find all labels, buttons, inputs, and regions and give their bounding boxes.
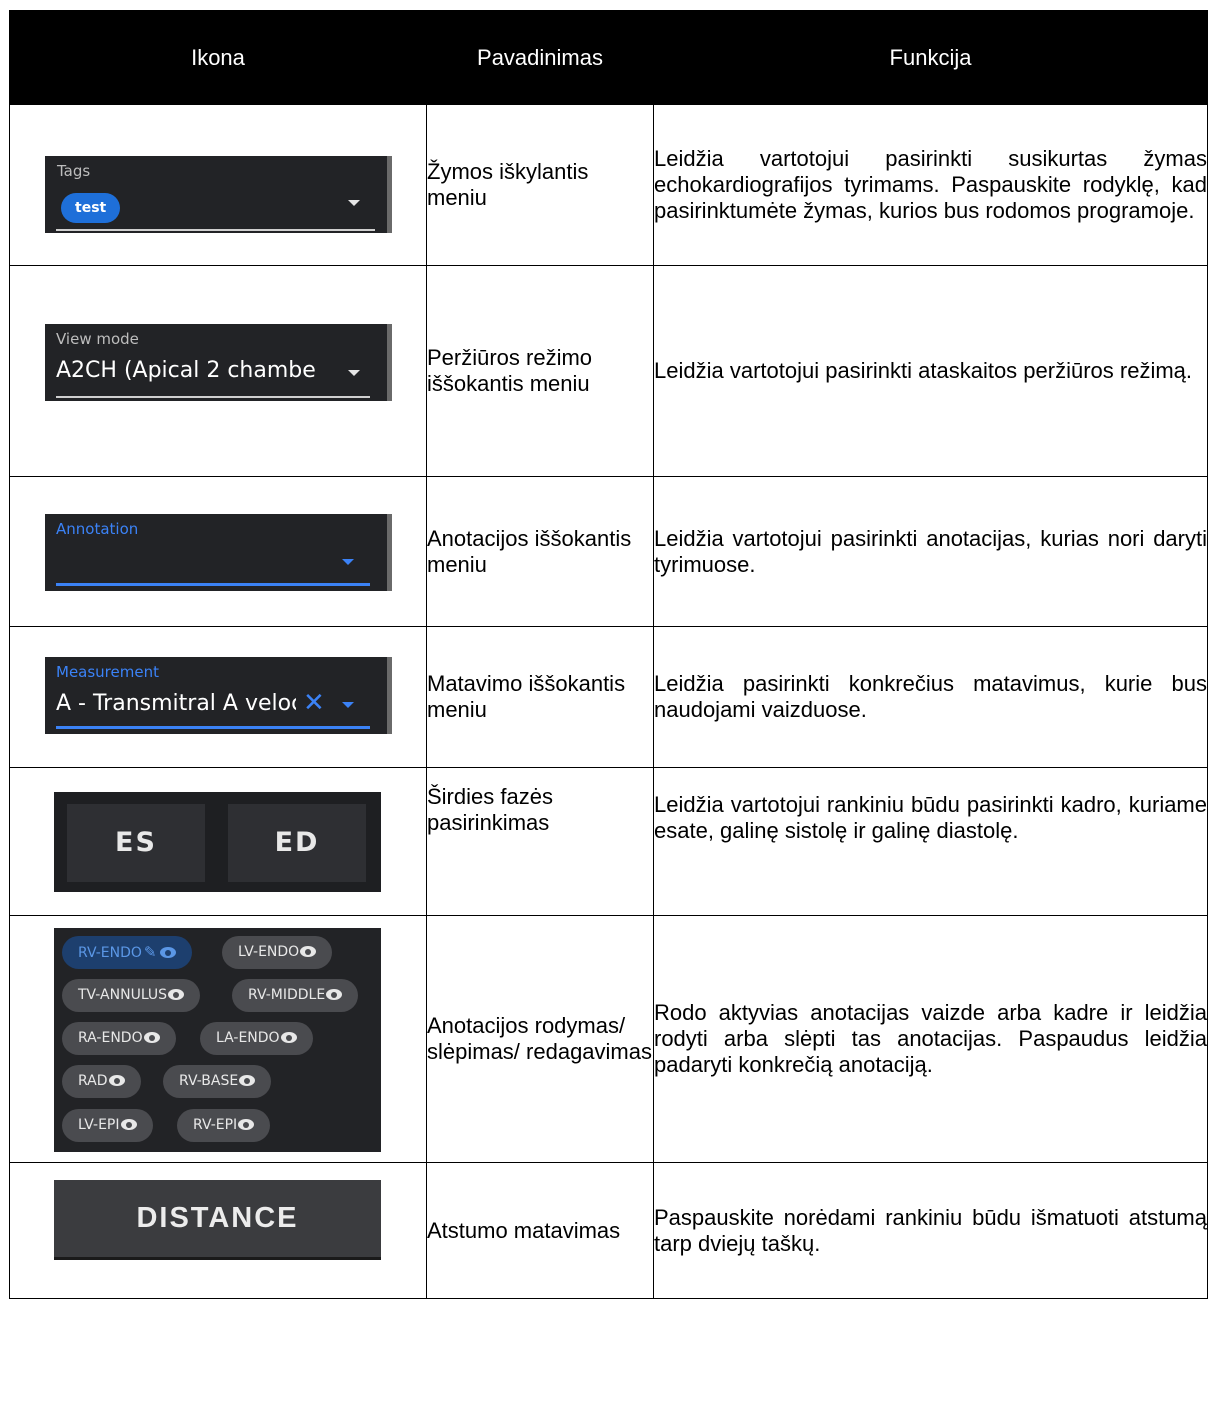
name-cell: Širdies fazės pasirinkimas [426,767,654,916]
tags-dropdown[interactable]: Tags test [45,156,392,233]
table-row: DISTANCE Atstumo matavimas Paspauskite n… [9,1162,1208,1299]
table-row: ES ED Širdies fazės pasirinkimas Leidžia… [9,767,1208,916]
eye-icon[interactable] [326,989,343,1000]
chip-lv-endo[interactable]: LV-ENDO [222,936,333,969]
dropdown-caret-icon[interactable] [348,370,360,376]
eye-icon[interactable] [143,1032,160,1043]
underline [56,396,370,398]
name-cell: Anotacijos iššokantis meniu [426,476,654,627]
icon-cell: ES ED [9,767,427,916]
function-cell: Leidžia pasirinkti konkrečius matavimus,… [653,626,1208,768]
chip-tv-annulus[interactable]: TV-ANNULUS [62,979,201,1012]
chip-ra-endo[interactable]: RA-ENDO [62,1022,176,1055]
scrollbar [387,156,392,233]
dropdown-caret-icon[interactable] [342,559,354,565]
view-mode-value: A2CH (Apical 2 chamber) [56,358,316,383]
chip-rv-endo[interactable]: RV-ENDO ✎ [62,936,193,969]
name-cell: Atstumo matavimas [426,1162,654,1299]
underline [56,583,370,586]
scrollbar [387,514,392,591]
icon-cell: View mode A2CH (Apical 2 chamber) [9,265,427,477]
header-row: Ikona Pavadinimas Funkcija [9,10,1208,105]
tags-label: Tags [57,162,91,180]
eye-icon[interactable] [280,1032,297,1043]
tag-chip[interactable]: test [61,193,121,223]
measurement-dropdown[interactable]: Measurement A - Transmitral A velocity ✕ [45,657,392,734]
header-name: Pavadinimas [426,10,654,105]
annotation-label: Annotation [56,520,139,538]
icon-cell: Tags test [9,104,427,266]
annotation-chips-panel: RV-ENDO ✎ LV-ENDO TV-ANNULUS RV-MIDDLE RA… [54,928,381,1152]
chip-rv-middle[interactable]: RV-MIDDLE [232,979,359,1012]
chip-la-endo[interactable]: LA-ENDO [200,1022,313,1055]
measurement-value: A - Transmitral A velocity [56,691,296,716]
name-cell: Anotacijos rodymas/ slėpimas/ redagavima… [426,915,654,1163]
eye-icon[interactable] [168,989,185,1000]
table-row: RV-ENDO ✎ LV-ENDO TV-ANNULUS RV-MIDDLE RA… [9,915,1208,1163]
name-cell: Žymos iškylantis meniu [426,104,654,266]
table-row: View mode A2CH (Apical 2 chamber) Peržiū… [9,265,1208,477]
name-cell: Matavimo iššokantis meniu [426,626,654,768]
icon-cell: RV-ENDO ✎ LV-ENDO TV-ANNULUS RV-MIDDLE RA… [9,915,427,1163]
dropdown-caret-icon[interactable] [342,702,354,708]
chip-rad[interactable]: RAD [62,1065,141,1098]
scrollbar [387,657,392,734]
icon-cell: DISTANCE [9,1162,427,1299]
eye-icon[interactable] [120,1119,137,1130]
function-cell: Rodo aktyvias anotacijas vaizde arba kad… [653,915,1208,1163]
table-row: Measurement A - Transmitral A velocity ✕… [9,626,1208,768]
distance-button[interactable]: DISTANCE [54,1180,381,1260]
function-cell: Paspauskite norėdami rankiniu būdu išmat… [653,1162,1208,1299]
chip-rv-base[interactable]: RV-BASE [163,1065,272,1098]
view-mode-dropdown[interactable]: View mode A2CH (Apical 2 chamber) [45,324,392,401]
eye-icon[interactable] [108,1075,125,1086]
table-row: Annotation Anotacijos iššokantis meniu L… [9,476,1208,627]
icon-cell: Measurement A - Transmitral A velocity ✕ [9,626,427,768]
icon-reference-table: Ikona Pavadinimas Funkcija Tags test Žym… [9,10,1208,1299]
name-cell: Peržiūros režimo iššokantis meniu [426,265,654,477]
measurement-label: Measurement [56,663,159,681]
table-row: Tags test Žymos iškylantis meniu Leidžia… [9,104,1208,266]
header-icon: Ikona [9,10,427,105]
scrollbar [387,324,392,401]
underline [56,229,375,231]
cardiac-phase-selector: ES ED [54,792,381,892]
eye-icon[interactable] [239,1075,256,1086]
eye-icon[interactable] [300,946,317,957]
pencil-icon[interactable]: ✎ [144,936,157,969]
header-function: Funkcija [653,10,1208,105]
icon-cell: Annotation [9,476,427,627]
eye-icon[interactable] [238,1119,255,1130]
function-cell: Leidžia vartotojui pasirinkti ataskaitos… [653,265,1208,477]
dropdown-caret-icon[interactable] [348,200,360,206]
chip-lv-epi[interactable]: LV-EPI [62,1109,153,1142]
function-cell: Leidžia vartotojui rankiniu būdu pasirin… [653,767,1208,916]
function-cell: Leidžia vartotojui pasirinkti anotacijas… [653,476,1208,627]
chip-rv-epi[interactable]: RV-EPI [177,1109,271,1142]
clear-x-icon[interactable]: ✕ [303,688,325,718]
underline [56,726,370,729]
eye-icon[interactable] [160,947,177,958]
function-cell: Leidžia vartotojui pasirinkti susikurtas… [653,104,1208,266]
ed-button[interactable]: ED [228,804,366,882]
view-mode-label: View mode [56,330,139,348]
annotation-dropdown[interactable]: Annotation [45,514,392,591]
es-button[interactable]: ES [67,804,205,882]
